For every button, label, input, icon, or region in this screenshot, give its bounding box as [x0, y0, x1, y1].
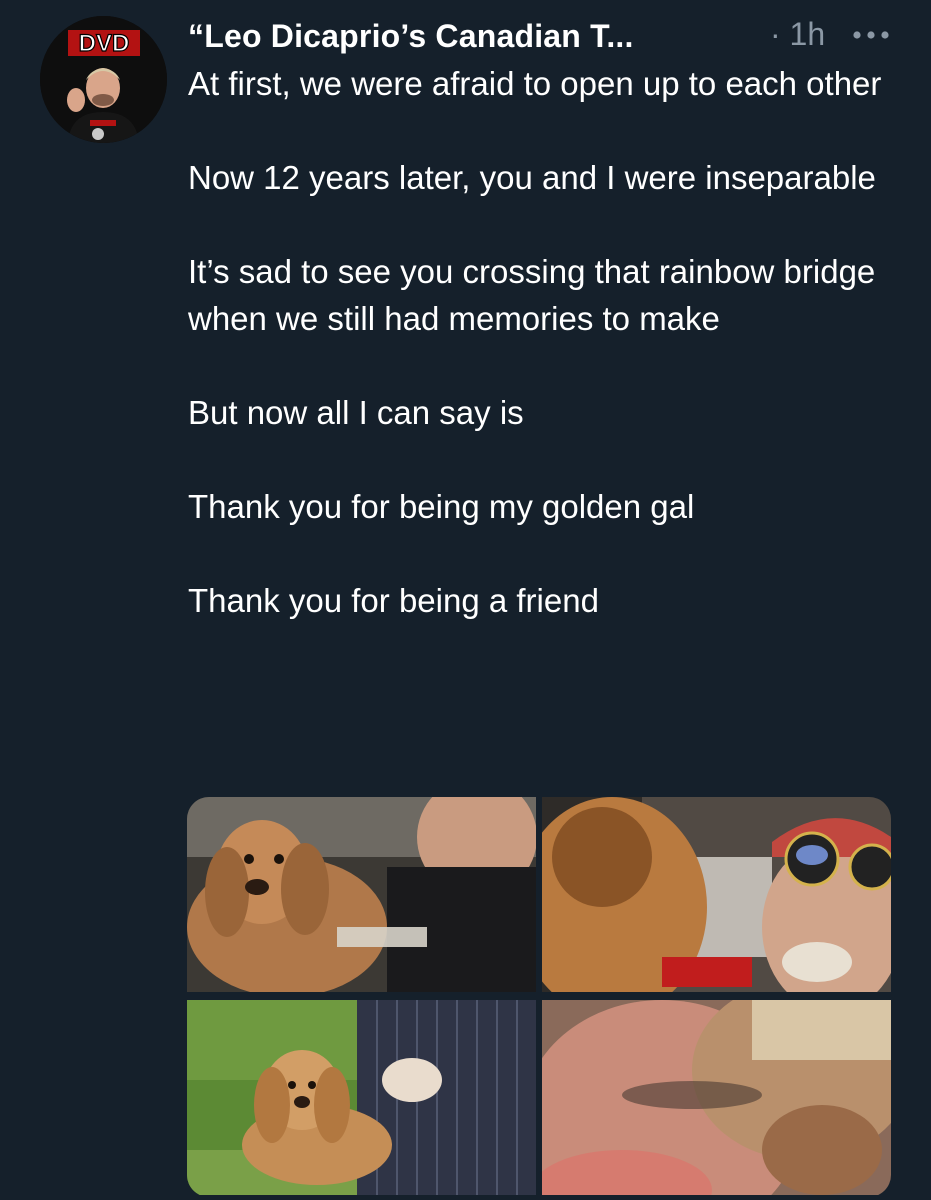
photo-image	[187, 1000, 536, 1195]
photo-image	[542, 797, 891, 992]
tweet-text: At first, we were afraid to open up to e…	[188, 65, 882, 619]
display-name[interactable]: “Leo Dicaprio’s Canadian T...	[188, 18, 634, 55]
more-horizontal-icon[interactable]	[851, 28, 891, 42]
photo-image	[187, 797, 536, 992]
avatar-image: DVD	[40, 16, 167, 143]
media-grid	[187, 797, 891, 1197]
photo-blurry-closeup[interactable]	[542, 1000, 891, 1195]
photo-dog-in-car[interactable]	[542, 797, 891, 992]
svg-text:DVD: DVD	[79, 30, 130, 57]
tweet-header: “Leo Dicaprio’s Canadian T... · 1h	[188, 14, 891, 58]
timestamp[interactable]: · 1h	[770, 16, 825, 53]
photo-dog-on-grass[interactable]	[187, 1000, 536, 1195]
photo-image	[542, 1000, 891, 1195]
avatar[interactable]: DVD	[40, 16, 167, 143]
photo-dog-with-man[interactable]	[187, 797, 536, 992]
